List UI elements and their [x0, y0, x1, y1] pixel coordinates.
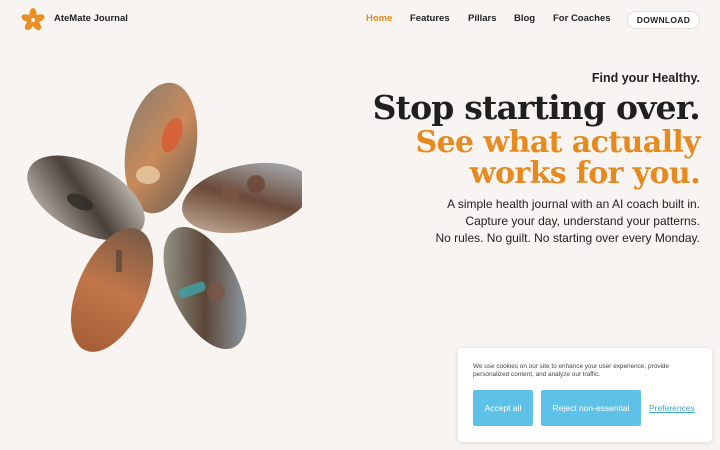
- hero-photo-collage: [27, 82, 302, 352]
- petal-photo-drink: [163, 226, 247, 350]
- site-header: AteMate Journal Home Features Pillars Bl…: [0, 0, 720, 40]
- hero-headline: Stop starting over.: [372, 88, 701, 127]
- cookie-banner: We use cookies on our site to enhance yo…: [458, 348, 712, 442]
- hero-eyebrow: Find your Healthy.: [591, 71, 700, 85]
- nav-blog[interactable]: Blog: [514, 13, 535, 24]
- brand-name[interactable]: AteMate Journal: [54, 13, 128, 24]
- reject-non-essential-button[interactable]: Reject non-essential: [541, 390, 641, 426]
- flower-logo-icon[interactable]: [21, 8, 45, 32]
- hero-body-line-2: Capture your day, understand your patter…: [465, 214, 700, 228]
- hero-body-line-1: A simple health journal with an AI coach…: [447, 197, 700, 211]
- download-button[interactable]: DOWNLOAD: [627, 11, 700, 29]
- nav-pillars[interactable]: Pillars: [468, 13, 497, 24]
- petal-photo-hike: [70, 228, 154, 352]
- nav-for-coaches[interactable]: For Coaches: [553, 13, 611, 24]
- nav-home[interactable]: Home: [366, 13, 392, 24]
- hero-body-line-3: No rules. No guilt. No starting over eve…: [435, 231, 700, 245]
- preferences-link[interactable]: Preferences: [649, 403, 695, 413]
- cookie-message: We use cookies on our site to enhance yo…: [473, 363, 669, 378]
- nav-features[interactable]: Features: [410, 13, 450, 24]
- accept-all-button[interactable]: Accept all: [473, 390, 533, 426]
- hero-subheadline: See what actually works for you.: [415, 125, 701, 191]
